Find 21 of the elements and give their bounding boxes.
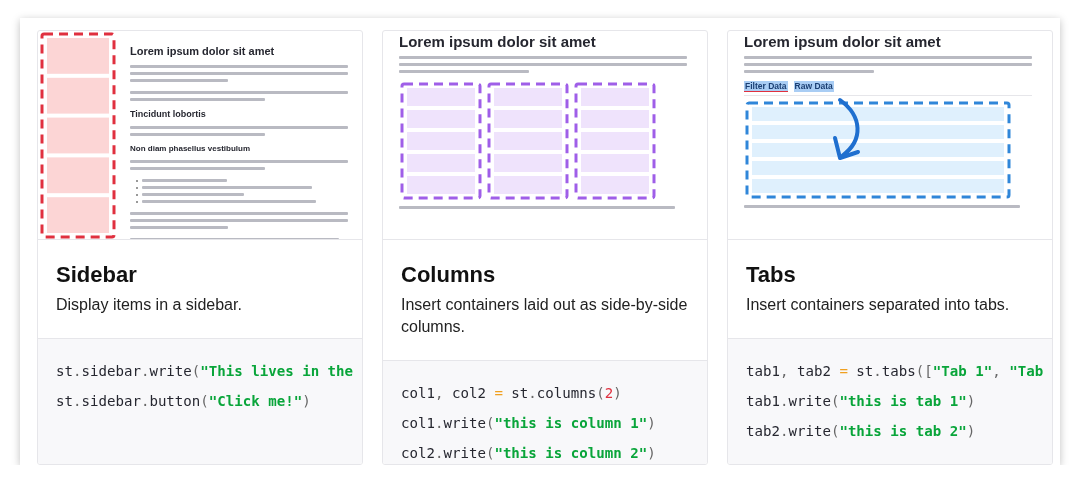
preview-tab[interactable]: Filter Data bbox=[744, 81, 788, 92]
card-title: Sidebar bbox=[56, 261, 138, 289]
code-line: tab1, tab2 = st.tabs(["Tab 1", "Tab bbox=[746, 362, 1044, 381]
preview-heading: Lorem ipsum dolor sit amet bbox=[399, 33, 597, 51]
preview-heading: Non diam phasellus vestibulum bbox=[130, 144, 252, 154]
code-line: st.sidebar.write("This lives in the bbox=[56, 362, 354, 381]
preview-heading: Lorem ipsum dolor sit amet bbox=[744, 33, 942, 51]
card-description: Display items in a sidebar. bbox=[56, 295, 243, 315]
preview-heading: Lorem ipsum dolor sit amet bbox=[130, 45, 276, 58]
code-line: st.sidebar.button("Click me!") bbox=[56, 392, 311, 411]
preview-tab[interactable]: Raw Data bbox=[793, 81, 834, 92]
code-line: col1, col2 = st.columns(2) bbox=[401, 384, 622, 403]
preview-heading: Tincidunt lobortis bbox=[130, 109, 207, 120]
code-line: tab1.write("this is tab 1") bbox=[746, 392, 976, 411]
code-line: col2.write("this is column 2") bbox=[401, 444, 656, 463]
card-description: Insert containers laid out as side-by-side columns. bbox=[401, 295, 689, 337]
card-description: Insert containers separated into tabs. bbox=[746, 295, 1011, 315]
code-line: tab2.write("this is tab 2") bbox=[746, 422, 976, 441]
code-line: col1.write("this is column 1") bbox=[401, 414, 656, 433]
card-title: Tabs bbox=[746, 261, 797, 289]
card-title: Columns bbox=[401, 261, 497, 289]
